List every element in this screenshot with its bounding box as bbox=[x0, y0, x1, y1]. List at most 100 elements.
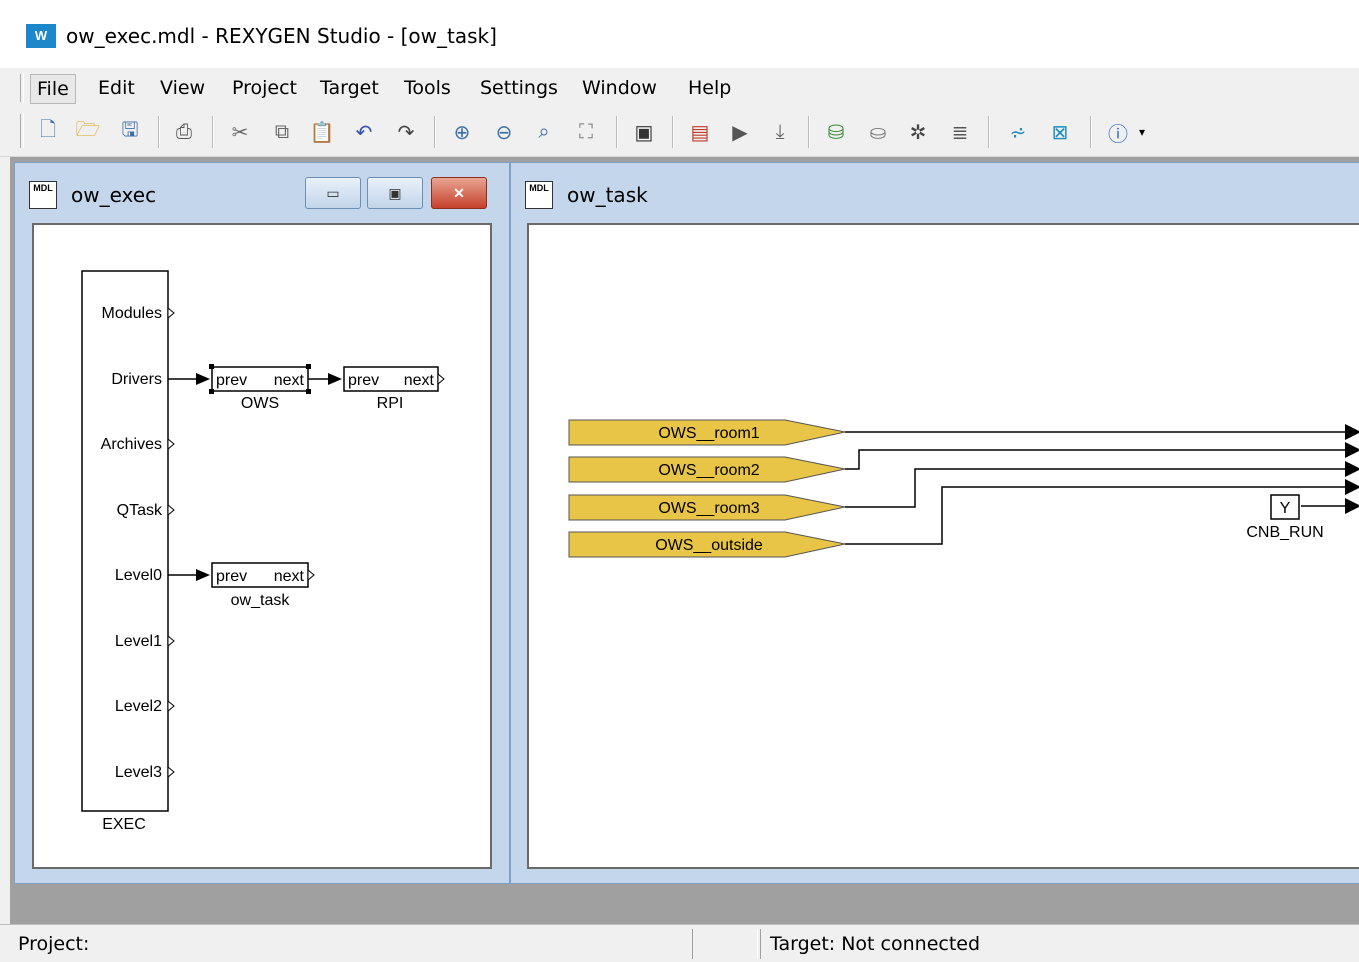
rpi-out-arrow bbox=[437, 372, 445, 386]
toolbar: 🗋 🗁 🖫 ⎙ ✂ ⧉ 📋 ↶ ↷ ⊕ ⊖ ⌕ ⛶ ▣ ▤ ▶ ⤓ ⛁ ⛀ ✲ … bbox=[0, 108, 1359, 157]
exec-block[interactable] bbox=[81, 270, 169, 812]
exec-block-label: EXEC bbox=[102, 816, 146, 833]
task-diagram: OWS__room1 OWS__room2 OWS__room3 OWS__ou… bbox=[568, 419, 1359, 558]
block-library-icon[interactable]: ▣ bbox=[630, 118, 658, 146]
toolbar-separator bbox=[672, 116, 674, 148]
status-target: Target: Not connected bbox=[770, 933, 981, 955]
wire-arrow bbox=[328, 373, 342, 385]
exec-window-title: ow_exec bbox=[71, 183, 157, 207]
maximize-button[interactable]: ▣ bbox=[367, 177, 423, 209]
wire-arrow bbox=[196, 569, 210, 581]
toolbar-separator bbox=[212, 116, 214, 148]
close-button[interactable]: ✕ bbox=[431, 177, 487, 209]
title-bar: W ow_exec.mdl - REXYGEN Studio - [ow_tas… bbox=[0, 0, 1359, 68]
input-label: OWS__room2 bbox=[658, 462, 759, 479]
ow-task-in-port: prev bbox=[216, 568, 247, 585]
toolbar-separator bbox=[1090, 116, 1092, 148]
menu-file[interactable]: File bbox=[30, 74, 76, 104]
zoom-in-icon[interactable]: ⊕ bbox=[448, 118, 476, 146]
exec-port-label: Level2 bbox=[115, 698, 162, 715]
menu-bar: File Edit View Project Target Tools Sett… bbox=[0, 68, 1359, 109]
exec-port-label: Level3 bbox=[115, 764, 162, 781]
signal-arrows bbox=[1345, 424, 1359, 514]
cnb-run-port: Y bbox=[1280, 500, 1291, 517]
ows-block-label: OWS bbox=[241, 395, 279, 412]
diagnostics-icon[interactable]: ⩫ bbox=[1004, 118, 1032, 146]
watch-icon[interactable]: ⊠ bbox=[1046, 118, 1074, 146]
zoom-fit-icon[interactable]: ⌕ bbox=[530, 118, 558, 146]
input-label: OWS__room1 bbox=[658, 425, 759, 442]
chevron-down-icon[interactable]: ▾ bbox=[1134, 118, 1150, 146]
menu-tools[interactable]: Tools bbox=[398, 74, 457, 102]
zoom-grid-icon[interactable]: ⛶ bbox=[572, 118, 600, 146]
compile-icon[interactable]: ▤ bbox=[686, 118, 714, 146]
ow-task-block-label: ow_task bbox=[231, 592, 291, 609]
menu-project[interactable]: Project bbox=[226, 74, 303, 102]
task-diagram-canvas[interactable]: OWS__room1 OWS__room2 OWS__room3 OWS__ou… bbox=[527, 223, 1359, 869]
redo-icon[interactable]: ↷ bbox=[392, 118, 420, 146]
minimize-button[interactable]: ▭ bbox=[305, 177, 361, 209]
status-project: Project: bbox=[18, 933, 90, 955]
paste-icon[interactable]: 📋 bbox=[308, 118, 336, 146]
settings-icon[interactable]: ✲ bbox=[904, 118, 932, 146]
toolbar-grip bbox=[20, 114, 24, 148]
menu-edit[interactable]: Edit bbox=[92, 74, 141, 102]
disconnect-icon[interactable]: ⛀ bbox=[864, 118, 892, 146]
wire-arrow bbox=[196, 373, 210, 385]
rpi-block-label: RPI bbox=[377, 395, 404, 412]
ow-task-out-port: next bbox=[274, 568, 305, 585]
toolbar-separator bbox=[808, 116, 810, 148]
task-window-title: ow_task bbox=[567, 183, 648, 207]
ow-task-out-arrow bbox=[307, 568, 315, 582]
cnb-run-label: CNB_RUN bbox=[1246, 524, 1323, 541]
window-title: ow_exec.mdl - REXYGEN Studio - [ow_task] bbox=[66, 24, 497, 48]
menu-window[interactable]: Window bbox=[576, 74, 663, 102]
copy-icon[interactable]: ⧉ bbox=[268, 118, 296, 146]
exec-port-label: Level1 bbox=[115, 633, 162, 650]
save-icon[interactable]: 🖫 bbox=[116, 118, 144, 146]
info-icon[interactable]: ⓘ bbox=[1104, 118, 1132, 146]
exec-port-label: Archives bbox=[101, 436, 162, 453]
exec-window[interactable]: MDL ow_exec ▭ ▣ ✕ EXEC Modules Drivers A… bbox=[14, 162, 510, 884]
input-label: OWS__room3 bbox=[658, 500, 759, 517]
ows-out-port: next bbox=[274, 372, 305, 389]
exec-port-label: Modules bbox=[102, 305, 162, 322]
menu-view[interactable]: View bbox=[154, 74, 211, 102]
open-folder-icon[interactable]: 🗁 bbox=[74, 118, 102, 146]
toolbar-separator bbox=[988, 116, 990, 148]
task-window[interactable]: MDL ow_task OWS__room1 OWS__room2 OWS__r… bbox=[510, 162, 1359, 884]
mdl-file-icon: MDL bbox=[29, 181, 57, 209]
mdi-bottom-band bbox=[10, 887, 1359, 924]
undo-icon[interactable]: ↶ bbox=[350, 118, 378, 146]
mdl-file-icon: MDL bbox=[525, 181, 553, 209]
menu-settings[interactable]: Settings bbox=[474, 74, 564, 102]
toolbar-separator bbox=[616, 116, 618, 148]
connect-icon[interactable]: ⛁ bbox=[822, 118, 850, 146]
menu-target[interactable]: Target bbox=[314, 74, 385, 102]
toolbar-separator bbox=[434, 116, 436, 148]
toolbar-separator bbox=[158, 116, 160, 148]
exec-diagram-canvas[interactable]: EXEC Modules Drivers Archives QTask Leve… bbox=[32, 223, 492, 869]
list-icon[interactable]: ≣ bbox=[946, 118, 974, 146]
exec-port-label: Drivers bbox=[111, 371, 162, 388]
cut-icon[interactable]: ✂ bbox=[226, 118, 254, 146]
status-empty-panel bbox=[692, 929, 758, 959]
task-window-titlebar[interactable]: MDL ow_task bbox=[511, 163, 1359, 221]
rexygen-app-icon: W bbox=[26, 24, 56, 48]
exec-port-label: Level0 bbox=[115, 567, 162, 584]
rpi-in-port: prev bbox=[348, 372, 379, 389]
exec-window-titlebar[interactable]: MDL ow_exec ▭ ▣ ✕ bbox=[15, 163, 509, 221]
status-bar: Project: Target: Not connected bbox=[0, 924, 1359, 962]
menubar-grip bbox=[20, 74, 24, 102]
compile-download-icon[interactable]: ▶ bbox=[726, 118, 754, 146]
zoom-out-icon[interactable]: ⊖ bbox=[490, 118, 518, 146]
rpi-out-port: next bbox=[404, 372, 435, 389]
menu-help[interactable]: Help bbox=[682, 74, 737, 102]
exec-port-label: QTask bbox=[117, 502, 163, 519]
new-file-icon[interactable]: 🗋 bbox=[34, 118, 62, 146]
download-icon[interactable]: ⤓ bbox=[766, 118, 794, 146]
exec-diagram: EXEC Modules Drivers Archives QTask Leve… bbox=[81, 270, 445, 833]
input-label: OWS__outside bbox=[655, 537, 763, 554]
print-icon[interactable]: ⎙ bbox=[170, 118, 198, 146]
ows-in-port: prev bbox=[216, 372, 247, 389]
